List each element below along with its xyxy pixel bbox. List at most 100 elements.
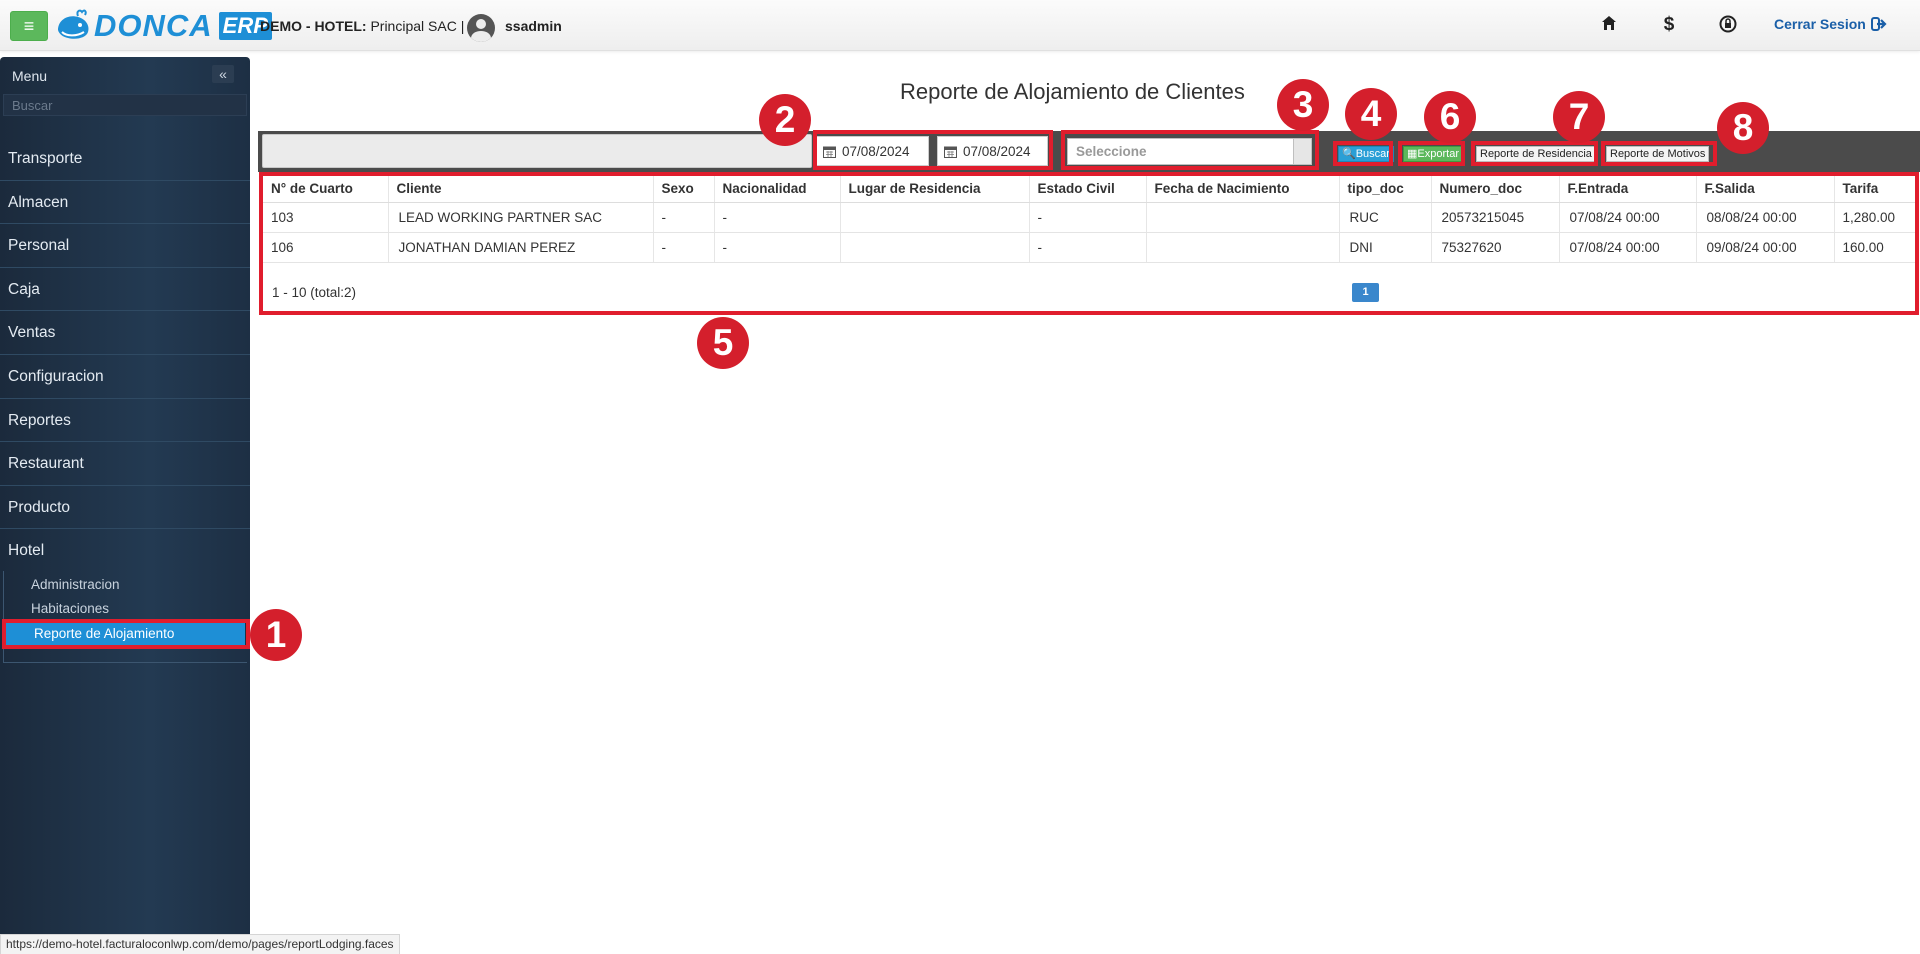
- top-header: ≡ DONCA ERP DEMO - HOTEL: Principal SAC …: [0, 0, 1920, 51]
- annotation-badge-8: 8: [1717, 102, 1769, 154]
- cell-nacionalidad: -: [714, 202, 841, 233]
- page-title: Reporte de Alojamiento de Clientes: [900, 79, 1245, 104]
- sidebar-title: Menu: [12, 68, 48, 84]
- lodging-table: N° de Cuarto Cliente Sexo Nacionalidad L…: [263, 176, 1915, 263]
- cell-nacimiento: [1146, 232, 1340, 263]
- exportar-label: Exportar: [1417, 148, 1459, 160]
- cell-tipo-doc: DNI: [1339, 232, 1432, 263]
- cell-cuarto: 103: [263, 202, 389, 233]
- col-header-estado-civil[interactable]: Estado Civil: [1029, 176, 1147, 203]
- col-header-numero-doc[interactable]: Numero_doc: [1431, 176, 1560, 203]
- cell-cliente: JONATHAN DAMIAN PEREZ: [388, 232, 654, 263]
- select-placeholder: Seleccione: [1076, 144, 1147, 159]
- donca-logo[interactable]: DONCA ERP: [54, 8, 272, 44]
- annotation-badge-5: 5: [697, 317, 749, 369]
- sidebar-subitem-habitaciones[interactable]: Habitaciones: [31, 601, 109, 616]
- cell-tarifa: 1,280.00: [1834, 202, 1915, 233]
- date-to-input[interactable]: 07/08/2024: [937, 136, 1048, 166]
- exportar-button[interactable]: ▦Exportar: [1403, 146, 1463, 162]
- reporte-residencia-button[interactable]: Reporte de Residencia: [1476, 146, 1596, 162]
- sidebar-item-almacen[interactable]: Almacen: [0, 181, 250, 225]
- sidebar-collapse-button[interactable]: «: [212, 65, 234, 83]
- calendar-icon: [944, 146, 957, 158]
- cell-estado-civil: -: [1029, 232, 1147, 263]
- cell-tipo-doc: RUC: [1339, 202, 1432, 233]
- sidebar: Menu « Transporte Almacen Personal Caja …: [0, 57, 250, 934]
- motivos-label: Reporte de Motivos: [1610, 148, 1706, 160]
- buscar-label: Buscar: [1355, 148, 1390, 160]
- col-header-cuarto[interactable]: N° de Cuarto: [263, 176, 389, 203]
- filter-text-field[interactable]: [262, 134, 812, 168]
- annotation-badge-2: 2: [759, 94, 811, 146]
- sidebar-item-personal[interactable]: Personal: [0, 224, 250, 268]
- select-arrow[interactable]: [1293, 139, 1311, 164]
- cell-entrada: 07/08/24 00:00: [1559, 232, 1697, 263]
- col-header-nacionalidad[interactable]: Nacionalidad: [714, 176, 841, 203]
- cell-numero-doc: 75327620: [1431, 232, 1560, 263]
- logo-text: DONCA: [94, 8, 213, 43]
- logout-link[interactable]: Cerrar Sesion: [1774, 16, 1888, 32]
- search-icon: 🔍: [1342, 148, 1356, 160]
- cell-cuarto: 106: [263, 232, 389, 263]
- col-header-cliente[interactable]: Cliente: [388, 176, 654, 203]
- lock-refresh-icon[interactable]: [1717, 14, 1739, 36]
- user-avatar-icon[interactable]: [467, 14, 495, 42]
- sidebar-item-hotel[interactable]: Hotel: [0, 529, 250, 573]
- table-row[interactable]: 106 JONATHAN DAMIAN PEREZ - - - DNI 7532…: [263, 232, 1915, 263]
- col-header-tarifa[interactable]: Tarifa: [1834, 176, 1915, 203]
- reporte-motivos-button[interactable]: Reporte de Motivos: [1606, 146, 1710, 162]
- cell-numero-doc: 20573215045: [1431, 202, 1560, 233]
- sidebar-item-transporte[interactable]: Transporte: [0, 137, 250, 181]
- cell-residencia: [840, 202, 1030, 233]
- col-header-residencia[interactable]: Lugar de Residencia: [840, 176, 1030, 203]
- cell-residencia: [840, 232, 1030, 263]
- home-icon[interactable]: [1598, 14, 1620, 36]
- pagination-summary: 1 - 10 (total:2): [272, 285, 357, 300]
- page-button[interactable]: 1: [1352, 283, 1379, 302]
- sidebar-item-restaurant[interactable]: Restaurant: [0, 442, 250, 486]
- annotation-badge-3: 3: [1277, 79, 1329, 131]
- cell-nacionalidad: -: [714, 232, 841, 263]
- cell-salida: 09/08/24 00:00: [1696, 232, 1835, 263]
- col-header-nacimiento[interactable]: Fecha de Nacimiento: [1146, 176, 1340, 203]
- cell-tarifa: 160.00: [1834, 232, 1915, 263]
- sidebar-search-input[interactable]: [3, 94, 247, 116]
- date-to-value: 07/08/2024: [963, 143, 1031, 159]
- annotation-badge-4: 4: [1345, 88, 1397, 140]
- col-header-sexo[interactable]: Sexo: [653, 176, 715, 203]
- dollar-icon[interactable]: $: [1658, 14, 1680, 36]
- date-from-value: 07/08/2024: [842, 143, 910, 159]
- hamburger-icon: ≡: [23, 16, 35, 36]
- cell-cliente: LEAD WORKING PARTNER SAC: [388, 202, 654, 233]
- sidebar-item-configuracion[interactable]: Configuracion: [0, 355, 250, 399]
- annotation-badge-6: 6: [1424, 91, 1476, 143]
- annotation-badge-1: 1: [250, 609, 302, 661]
- menu-toggle-button[interactable]: ≡: [10, 11, 48, 41]
- sidebar-item-caja[interactable]: Caja: [0, 268, 250, 312]
- sidebar-subitem-administracion[interactable]: Administracion: [31, 577, 120, 592]
- cell-salida: 08/08/24 00:00: [1696, 202, 1835, 233]
- excel-file-icon: ▦: [1407, 148, 1418, 160]
- sidebar-item-producto[interactable]: Producto: [0, 486, 250, 530]
- calendar-icon: [823, 146, 836, 158]
- logout-icon: [1870, 17, 1887, 31]
- table-row[interactable]: 103 LEAD WORKING PARTNER SAC - - - RUC 2…: [263, 202, 1915, 233]
- cell-nacimiento: [1146, 202, 1340, 233]
- date-from-input[interactable]: 07/08/2024: [816, 136, 929, 166]
- table-header-row: N° de Cuarto Cliente Sexo Nacionalidad L…: [263, 176, 1915, 203]
- sidebar-item-ventas[interactable]: Ventas: [0, 311, 250, 355]
- residencia-label: Reporte de Residencia: [1480, 148, 1592, 160]
- username[interactable]: ssadmin: [505, 18, 562, 34]
- sidebar-subitem-reporte-alojamiento[interactable]: Reporte de Alojamiento: [5, 623, 245, 645]
- cell-sexo: -: [653, 232, 715, 263]
- buscar-button[interactable]: 🔍Buscar: [1338, 146, 1394, 162]
- double-chevron-left-icon: «: [219, 66, 227, 82]
- col-header-entrada[interactable]: F.Entrada: [1559, 176, 1697, 203]
- motivo-select[interactable]: Seleccione: [1067, 138, 1312, 165]
- col-header-tipo-doc[interactable]: tipo_doc: [1339, 176, 1432, 203]
- whale-logo-icon: [58, 9, 89, 39]
- logout-label: Cerrar Sesion: [1774, 16, 1866, 32]
- cell-sexo: -: [653, 202, 715, 233]
- col-header-salida[interactable]: F.Salida: [1696, 176, 1835, 203]
- sidebar-item-reportes[interactable]: Reportes: [0, 399, 250, 443]
